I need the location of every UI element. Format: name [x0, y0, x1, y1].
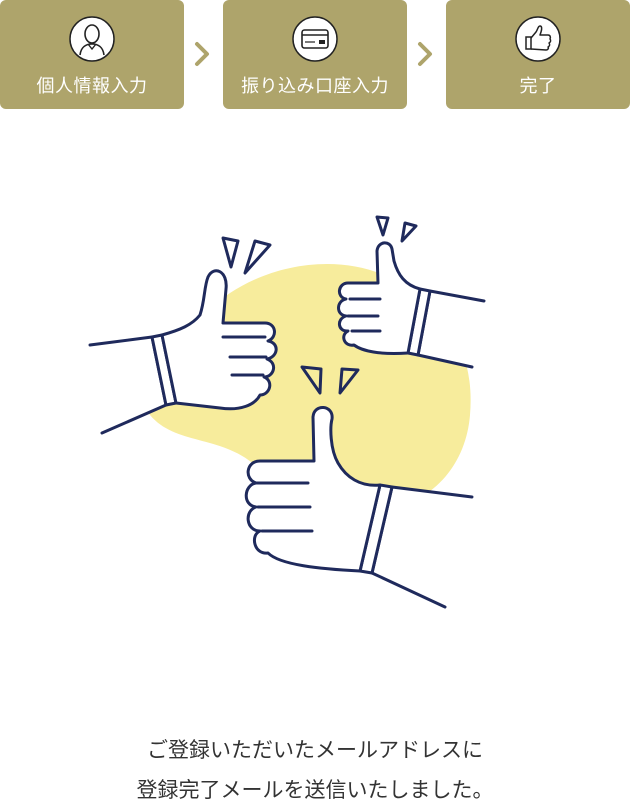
hand-upper-right	[337, 241, 486, 369]
step-personal-info: 個人情報入力	[0, 0, 184, 109]
bank-card-icon	[292, 16, 338, 62]
message-line-1: ご登録いただいたメールアドレスに	[147, 738, 483, 762]
thumbs-up-icon	[515, 16, 561, 62]
three-thumbs-up-illustration	[88, 215, 486, 609]
step-label: 完了	[519, 76, 557, 97]
step-label: 個人情報入力	[36, 76, 148, 97]
step-complete: 完了	[446, 0, 630, 109]
chevron-right-icon	[418, 42, 432, 66]
step-label: 振り込み口座入力	[241, 76, 389, 97]
completion-message: ご登録いただいたメールアドレスに 登録完了メールを送信いたしました。	[0, 730, 630, 810]
chevron-right-icon	[195, 42, 209, 66]
message-line-2: 登録完了メールを送信いたしました。	[136, 778, 494, 802]
step-bank-account: 振り込み口座入力	[223, 0, 407, 109]
person-icon	[69, 16, 115, 62]
progress-steps: 個人情報入力 振り込み口座入力 完了	[0, 0, 630, 110]
